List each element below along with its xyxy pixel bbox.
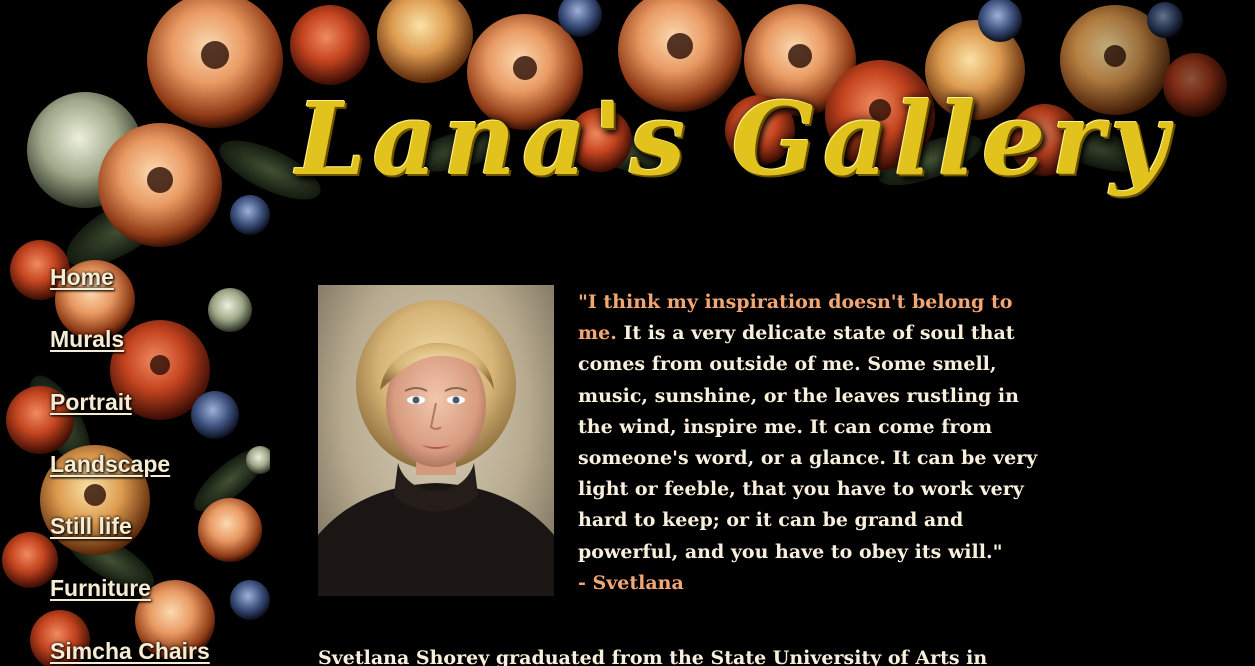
- logo-word-gallery: Gallery: [731, 80, 1175, 198]
- artist-quote: "I think my inspiration doesn't belong t…: [578, 287, 1048, 599]
- artist-portrait-photo: [318, 285, 554, 596]
- nav-link-furniture[interactable]: Furniture: [50, 573, 210, 635]
- sidebar-nav: Home Murals Portrait Landscape Still lif…: [50, 262, 210, 666]
- quote-body-text: It is a very delicate state of soul that…: [578, 322, 1038, 563]
- quote-attribution: - Svetlana: [578, 571, 684, 594]
- nav-link-landscape[interactable]: Landscape: [50, 449, 210, 511]
- nav-link-portrait[interactable]: Portrait: [50, 387, 210, 449]
- nav-link-murals[interactable]: Murals: [50, 324, 210, 386]
- logo-word-lanas: Lana's: [296, 80, 692, 198]
- nav-link-still-life[interactable]: Still life: [50, 511, 210, 573]
- nav-link-simcha-chairs[interactable]: Simcha Chairs: [50, 636, 210, 666]
- site-logo: Lana's Gallery: [296, 74, 1174, 204]
- nav-link-home[interactable]: Home: [50, 262, 210, 324]
- artist-bio-text: Svetlana Shorey graduated from the State…: [318, 647, 988, 666]
